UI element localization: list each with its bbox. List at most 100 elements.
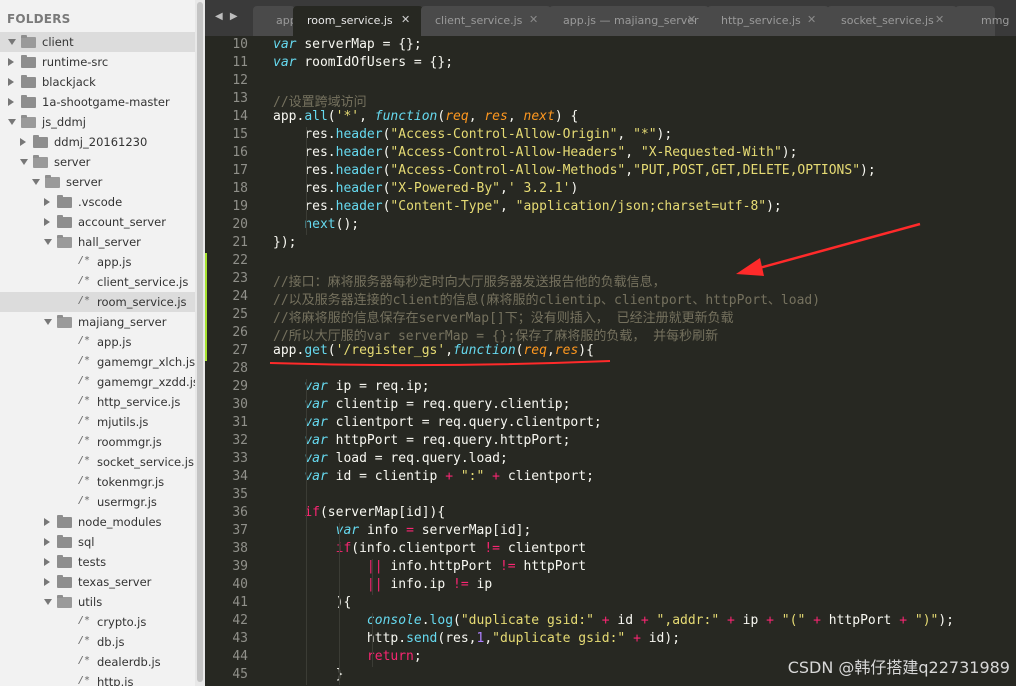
close-tab-icon[interactable]: ✕	[687, 13, 696, 26]
file-item[interactable]: /* crypto.js	[0, 612, 195, 632]
chevron-right-icon[interactable]	[44, 218, 50, 226]
file-item[interactable]: /* db.js	[0, 632, 195, 652]
chevron-right-icon[interactable]	[44, 558, 50, 566]
folder-item[interactable]: 1a-shootgame-master	[0, 92, 195, 112]
chevron-down-icon[interactable]	[20, 159, 28, 165]
editor-tab[interactable]: socket_service.js ✕	[827, 6, 957, 36]
folder-item[interactable]: ddmj_20161230	[0, 132, 195, 152]
line-number: 24	[232, 289, 248, 304]
code-line: var roomIdOfUsers = {};	[273, 55, 453, 70]
tree-item-label: app.js	[97, 335, 132, 349]
editor-tab[interactable]: app.js — majiang_server ✕	[549, 6, 709, 36]
folder-item[interactable]: node_modules	[0, 512, 195, 532]
line-number: 37	[232, 523, 248, 538]
editor-tab[interactable]: room_service.js ✕	[293, 6, 423, 36]
line-number: 27	[232, 343, 248, 358]
code-token: +	[633, 631, 641, 646]
code-token: httpPort	[820, 613, 900, 628]
editor-tab[interactable]: http_service.js ✕	[707, 6, 829, 36]
chevron-down-icon[interactable]	[8, 39, 16, 45]
chevron-down-icon[interactable]	[44, 239, 52, 245]
tab-nav-arrows-icon[interactable]: ◀ ▶	[215, 11, 240, 22]
folder-item[interactable]: client	[0, 32, 195, 52]
chevron-down-icon[interactable]	[44, 599, 52, 605]
file-item[interactable]: /* http.js	[0, 672, 195, 686]
code-token: '*'	[335, 109, 360, 124]
folder-item[interactable]: texas_server	[0, 572, 195, 592]
line-number: 31	[232, 415, 248, 430]
folder-item[interactable]: sql	[0, 532, 195, 552]
folder-icon	[21, 115, 36, 128]
editor-tab[interactable]: client_service.js ✕	[421, 6, 551, 36]
chevron-right-icon[interactable]	[8, 98, 14, 106]
file-item[interactable]: /* app.js	[0, 252, 195, 272]
folder-item[interactable]: account_server	[0, 212, 195, 232]
close-tab-icon[interactable]: ✕	[401, 13, 410, 26]
code-token: var	[273, 37, 305, 52]
code-line: res.header("X-Powered-By",' 3.2.1')	[273, 181, 578, 196]
editor-tab[interactable]: app	[253, 6, 297, 36]
folder-item[interactable]: .vscode	[0, 192, 195, 212]
chevron-right-icon[interactable]	[8, 58, 14, 66]
code-token: ,	[468, 109, 485, 124]
sidebar-scrollbar-thumb[interactable]	[197, 2, 203, 682]
indent-guide	[339, 523, 340, 685]
code-line: next();	[273, 217, 359, 232]
line-number: 43	[232, 631, 248, 646]
file-item[interactable]: /* tokenmgr.js	[0, 472, 195, 492]
chevron-right-icon[interactable]	[44, 198, 50, 206]
folder-item[interactable]: tests	[0, 552, 195, 572]
file-item[interactable]: /* usermgr.js	[0, 492, 195, 512]
code-line: }	[273, 667, 344, 682]
editor-tab[interactable]: mmg	[955, 6, 1009, 36]
code-token: id);	[640, 631, 681, 646]
tab-label: app.js — majiang_server	[563, 14, 699, 27]
line-number: 22	[232, 253, 248, 268]
file-item[interactable]: /* mjutils.js	[0, 412, 195, 432]
code-line: //将麻将服的信息保存在serverMap[]下；没有则插入， 已经注册就更新负…	[273, 307, 734, 326]
file-item[interactable]: /* room_service.js	[0, 292, 195, 312]
code-token: ||	[366, 577, 383, 592]
chevron-right-icon[interactable]	[8, 78, 14, 86]
file-item[interactable]: /* socket_service.js	[0, 452, 195, 472]
folder-item[interactable]: js_ddmj	[0, 112, 195, 132]
folder-item[interactable]: server	[0, 152, 195, 172]
code-token: req	[523, 343, 547, 358]
sidebar-scrollbar[interactable]	[195, 0, 205, 686]
file-item[interactable]: /* gamemgr_xlch.js	[0, 352, 195, 372]
code-token: "Content-Type"	[390, 199, 500, 214]
close-tab-icon[interactable]: ✕	[529, 13, 538, 26]
chevron-right-icon[interactable]	[44, 538, 50, 546]
folder-item[interactable]: server	[0, 172, 195, 192]
js-file-icon: /*	[78, 475, 91, 486]
code-token: clientport	[500, 541, 587, 556]
file-item[interactable]: /* client_service.js	[0, 272, 195, 292]
code-token: if	[335, 541, 352, 556]
code-token: =	[406, 523, 414, 538]
file-item[interactable]: /* roommgr.js	[0, 432, 195, 452]
chevron-right-icon[interactable]	[44, 578, 50, 586]
file-item[interactable]: /* gamemgr_xzdd.js	[0, 372, 195, 392]
chevron-down-icon[interactable]	[32, 179, 40, 185]
code-line: //所以大厅服的var serverMap = {};保存了麻将服的负载， 并每…	[273, 325, 718, 344]
folder-item[interactable]: utils	[0, 592, 195, 612]
tree-item-label: gamemgr_xlch.js	[97, 355, 195, 369]
close-tab-icon[interactable]: ✕	[807, 13, 816, 26]
folder-item[interactable]: blackjack	[0, 72, 195, 92]
close-tab-icon[interactable]: ✕	[935, 13, 944, 26]
code-token: "Access-Control-Allow-Origin"	[390, 127, 618, 142]
folder-item[interactable]: runtime-src	[0, 52, 195, 72]
file-item[interactable]: /* app.js	[0, 332, 195, 352]
chevron-right-icon[interactable]	[20, 138, 26, 146]
folder-item[interactable]: majiang_server	[0, 312, 195, 332]
folder-item[interactable]: hall_server	[0, 232, 195, 252]
file-item[interactable]: /* dealerdb.js	[0, 652, 195, 672]
tree-item-label: js_ddmj	[42, 115, 86, 129]
chevron-down-icon[interactable]	[44, 319, 52, 325]
file-item[interactable]: /* http_service.js	[0, 392, 195, 412]
code-token: serverMap = {};	[304, 37, 422, 52]
indent-guide	[306, 379, 307, 685]
chevron-down-icon[interactable]	[8, 119, 16, 125]
chevron-right-icon[interactable]	[44, 518, 50, 526]
